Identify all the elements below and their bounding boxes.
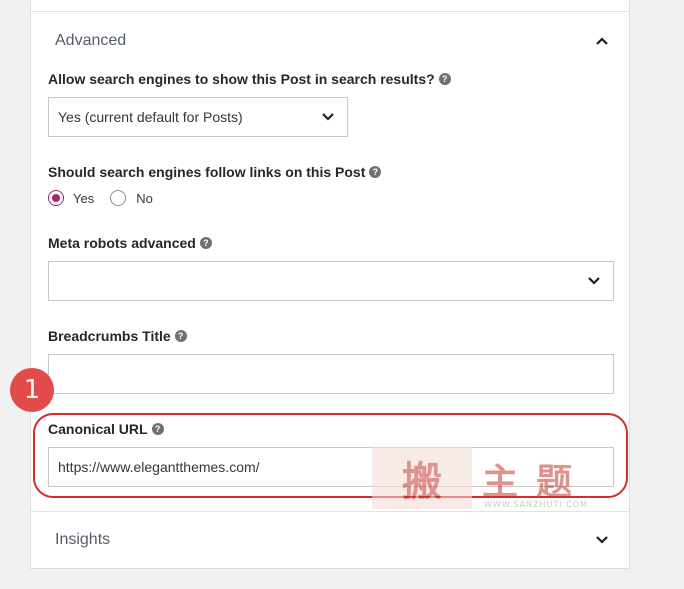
insights-section-header[interactable]: Insights (31, 512, 629, 568)
radio-no[interactable] (110, 190, 127, 206)
watermark-seal: 搬 (372, 447, 472, 509)
chevron-down-icon (587, 273, 601, 289)
insights-title: Insights (55, 531, 111, 548)
follow-links-radio-group: Yes No (48, 190, 153, 206)
follow-links-label-text: Should search engines follow links on th… (48, 164, 366, 180)
help-icon[interactable]: ? (174, 330, 187, 342)
step-badge: 1 (10, 368, 54, 412)
meta-robots-select[interactable] (48, 261, 614, 301)
radio-yes[interactable] (48, 190, 64, 206)
help-icon[interactable]: ? (438, 73, 451, 85)
watermark-url: WWW.SANZHUTI.COM (484, 500, 588, 509)
help-icon[interactable]: ? (369, 166, 382, 178)
watermark-text: 主题 (482, 461, 591, 503)
breadcrumbs-title-label: Breadcrumbs Title ? (48, 328, 187, 344)
allow-search-select-value: Yes (current default for Posts) (58, 109, 243, 125)
meta-robots-label-text: Meta robots advanced (48, 235, 196, 251)
radio-no-label[interactable]: No (136, 191, 153, 206)
allow-search-label-text: Allow search engines to show this Post i… (48, 71, 435, 87)
watermark: 搬 主题 WWW.SANZHUTI.COM (372, 447, 602, 511)
advanced-section-header[interactable]: Advanced (31, 12, 629, 70)
allow-search-select[interactable]: Yes (current default for Posts) (48, 97, 348, 137)
advanced-title: Advanced (55, 32, 127, 49)
breadcrumbs-title-label-text: Breadcrumbs Title (48, 328, 171, 344)
chevron-down-icon[interactable] (595, 535, 609, 545)
allow-search-label: Allow search engines to show this Post i… (48, 71, 451, 87)
chevron-down-icon (321, 109, 335, 125)
help-icon[interactable]: ? (199, 237, 212, 249)
follow-links-label: Should search engines follow links on th… (48, 164, 382, 180)
chevron-up-icon[interactable] (595, 36, 609, 46)
meta-robots-label: Meta robots advanced ? (48, 235, 212, 251)
radio-yes-label[interactable]: Yes (73, 191, 94, 206)
breadcrumbs-title-input[interactable] (48, 354, 614, 394)
